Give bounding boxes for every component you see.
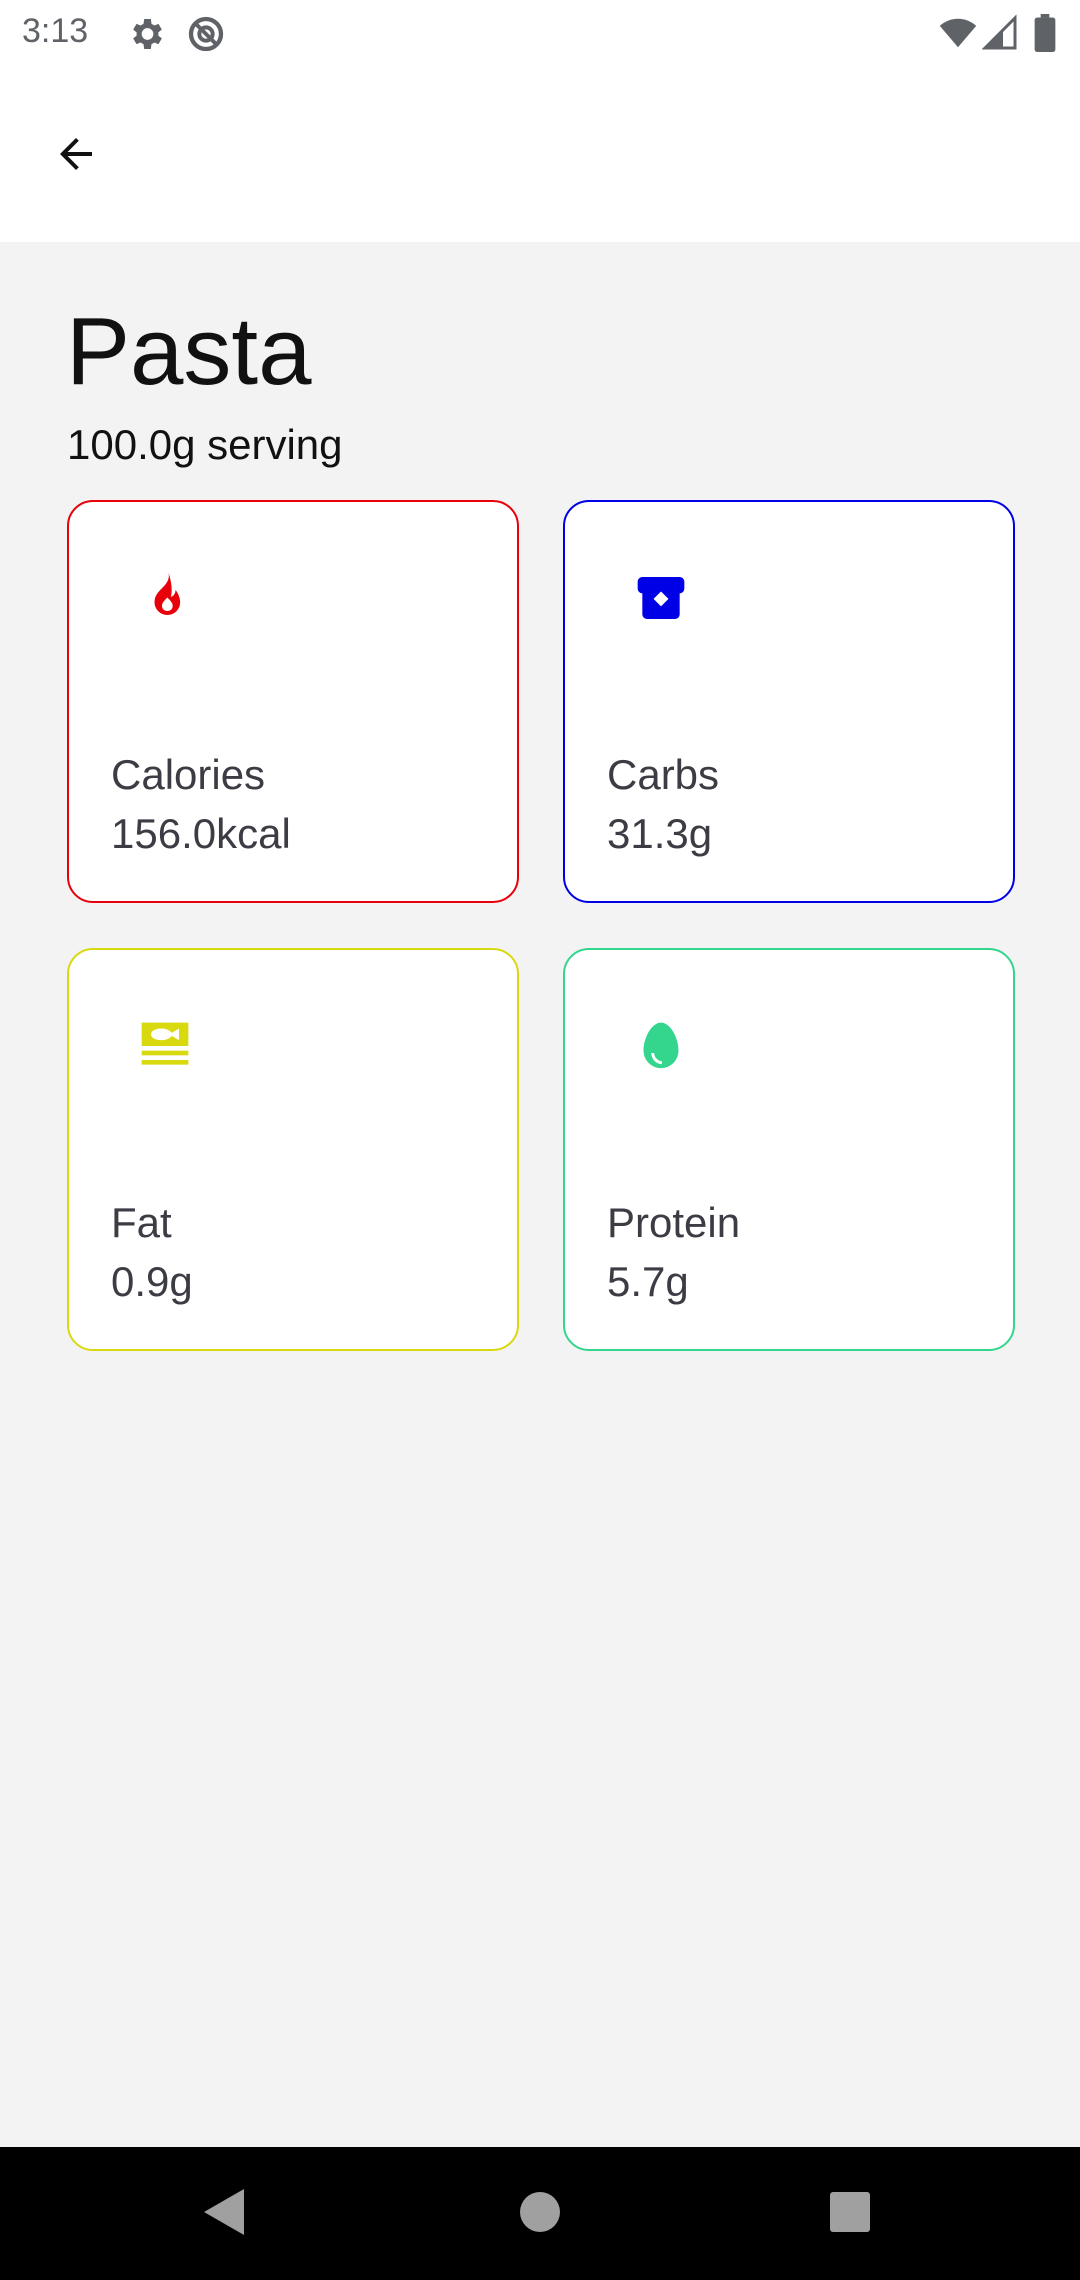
gear-icon [126, 14, 166, 54]
food-detail: Pasta 100.0g serving Calories 156.0kcal … [0, 242, 1080, 2147]
bread-icon [633, 570, 689, 626]
wifi-icon [938, 14, 978, 52]
nutrient-label: Carbs [607, 751, 720, 798]
cell-signal-icon [981, 14, 1018, 52]
page-title: Pasta [66, 298, 312, 405]
nutrient-value: 156.0kcal [111, 810, 291, 857]
egg-icon [633, 1018, 689, 1074]
nav-home-button[interactable] [495, 2169, 585, 2259]
home-circle-icon [519, 2191, 561, 2238]
flame-icon [137, 570, 193, 626]
status-time: 3:13 [22, 12, 89, 50]
system-nav-bar [0, 2147, 1080, 2280]
nutrient-value: 5.7g [607, 1258, 689, 1305]
nutrient-card-carbs: Carbs 31.3g [563, 500, 1015, 903]
nutrient-value: 31.3g [607, 810, 713, 857]
nav-recents-button[interactable] [805, 2169, 895, 2259]
arrow-back-icon [52, 130, 100, 183]
status-bar: 3:13 [0, 0, 1080, 66]
do-not-disturb-icon [186, 14, 226, 54]
serving-size: 100.0g serving [67, 421, 343, 468]
nutrient-label: Calories [111, 751, 266, 798]
nutrient-card-protein: Protein 5.7g [563, 948, 1015, 1351]
nav-back-button[interactable] [180, 2169, 270, 2259]
back-button[interactable] [36, 116, 116, 196]
recents-square-icon [829, 2191, 871, 2238]
back-triangle-icon [202, 2187, 248, 2242]
nutrient-value: 0.9g [111, 1258, 193, 1305]
nutrient-label: Fat [111, 1199, 172, 1246]
app-bar [0, 66, 1080, 242]
nutrient-card-fat: Fat 0.9g [67, 948, 519, 1351]
oil-icon [137, 1018, 193, 1074]
nutrient-label: Protein [607, 1199, 741, 1246]
nutrient-card-calories: Calories 156.0kcal [67, 500, 519, 903]
battery-icon [1034, 14, 1056, 53]
